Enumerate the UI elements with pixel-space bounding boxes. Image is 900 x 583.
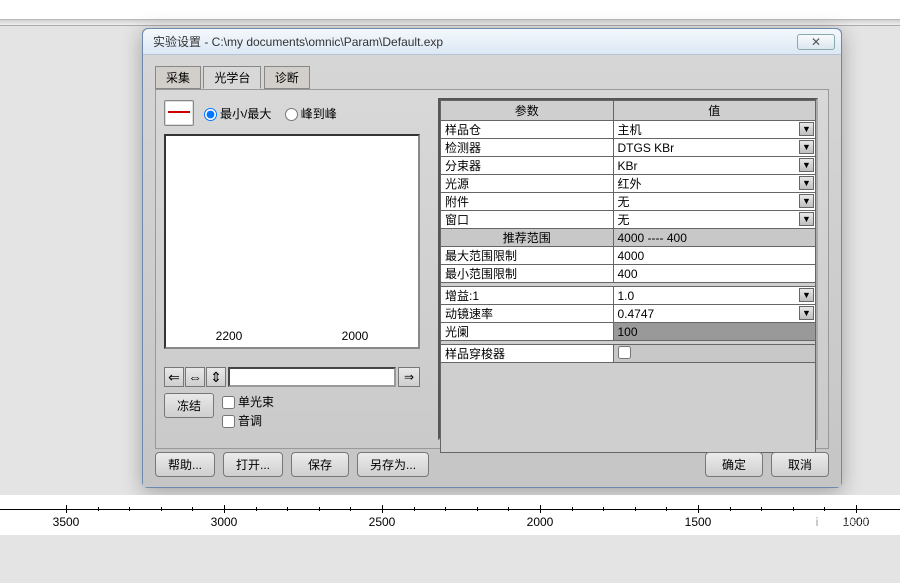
table-row: 检测器DTGS KBr▼: [441, 139, 816, 157]
arrow-hstretch-icon[interactable]: ⇔: [185, 367, 205, 387]
shuttle-checkbox[interactable]: [618, 346, 631, 359]
table-row: 动镜速率0.4747▼: [441, 305, 816, 323]
table-row: 样品仓主机▼: [441, 121, 816, 139]
tab-diagnose[interactable]: 诊断: [264, 66, 310, 89]
saveas-button[interactable]: 另存为...: [357, 452, 429, 477]
arrow-vstretch-icon[interactable]: ⇕: [206, 367, 226, 387]
dialog-button-row: 帮助... 打开... 保存 另存为... 确定 取消: [155, 452, 829, 477]
table-row: 推荐范围4000 ---- 400: [441, 229, 816, 247]
ruler-label: 2500: [369, 515, 396, 529]
check-tone[interactable]: 音调: [222, 412, 274, 429]
arrow-left-icon[interactable]: ⇐: [164, 367, 184, 387]
col-param: 参数: [441, 101, 614, 121]
col-value: 值: [613, 101, 816, 121]
table-row: 窗口无▼: [441, 211, 816, 229]
preview-x-axis: 2200 2000: [166, 329, 418, 343]
wavenumber-ruler: 3500 3000 2500 2000 1500 1000: [0, 495, 900, 535]
chevron-down-icon[interactable]: ▼: [799, 158, 814, 172]
tab-optical[interactable]: 光学台: [203, 66, 261, 89]
chevron-down-icon[interactable]: ▼: [799, 122, 814, 136]
table-row: 光阑100: [441, 323, 816, 341]
open-button[interactable]: 打开...: [223, 452, 283, 477]
check-single-beam[interactable]: 单光束: [222, 393, 274, 410]
ruler-label: 1000: [843, 515, 870, 529]
waveform-icon[interactable]: [164, 100, 194, 126]
chevron-down-icon[interactable]: ▼: [799, 212, 814, 226]
chevron-down-icon[interactable]: ▼: [799, 176, 814, 190]
chevron-down-icon[interactable]: ▼: [799, 306, 814, 320]
radio-peak-to-peak[interactable]: 峰到峰: [285, 107, 337, 121]
help-button[interactable]: 帮助...: [155, 452, 215, 477]
display-mode-radio: 最小/最大 峰到峰: [204, 105, 347, 122]
chevron-down-icon[interactable]: ▼: [799, 140, 814, 154]
close-icon: ✕: [811, 35, 821, 49]
ruler-label: 1500: [685, 515, 712, 529]
cancel-button[interactable]: 取消: [771, 452, 829, 477]
experiment-setup-dialog: 实验设置 - C:\my documents\omnic\Param\Defau…: [142, 28, 842, 488]
table-row: 样品穿梭器: [441, 345, 816, 363]
table-row: 光源红外▼: [441, 175, 816, 193]
titlebar: 实验设置 - C:\my documents\omnic\Param\Defau…: [143, 29, 841, 55]
optical-panel: 最小/最大 峰到峰 2200 2000 ⇐ ⇔: [155, 89, 829, 449]
arrow-right-icon[interactable]: ⇒: [398, 367, 420, 387]
table-row: 增益:11.0▼: [441, 287, 816, 305]
table-row: 分束器KBr▼: [441, 157, 816, 175]
freeze-button[interactable]: 冻结: [164, 393, 214, 418]
ruler-label: 3000: [211, 515, 238, 529]
ruler-label: 3500: [53, 515, 80, 529]
tab-collect[interactable]: 采集: [155, 66, 201, 89]
tab-bar: 采集 光学台 诊断: [155, 65, 829, 85]
table-row: 最大范围限制4000: [441, 247, 816, 265]
chevron-down-icon[interactable]: ▼: [799, 194, 814, 208]
ok-button[interactable]: 确定: [705, 452, 763, 477]
radio-minmax[interactable]: 最小/最大: [204, 107, 271, 121]
window-title: 实验设置 - C:\my documents\omnic\Param\Defau…: [149, 33, 797, 50]
parameter-table: 参数值 样品仓主机▼ 检测器DTGS KBr▼ 分束器KBr▼ 光源红外▼ 附件…: [440, 100, 816, 363]
table-row: 最小范围限制400: [441, 265, 816, 283]
parameter-panel: 参数值 样品仓主机▼ 检测器DTGS KBr▼ 分束器KBr▼ 光源红外▼ 附件…: [438, 98, 818, 440]
range-input[interactable]: [228, 367, 396, 387]
close-button[interactable]: ✕: [797, 34, 835, 50]
save-button[interactable]: 保存: [291, 452, 349, 477]
ruler-label: 2000: [527, 515, 554, 529]
table-row: 附件无▼: [441, 193, 816, 211]
spectrum-preview[interactable]: 2200 2000: [164, 134, 420, 349]
chevron-down-icon[interactable]: ▼: [799, 288, 814, 302]
